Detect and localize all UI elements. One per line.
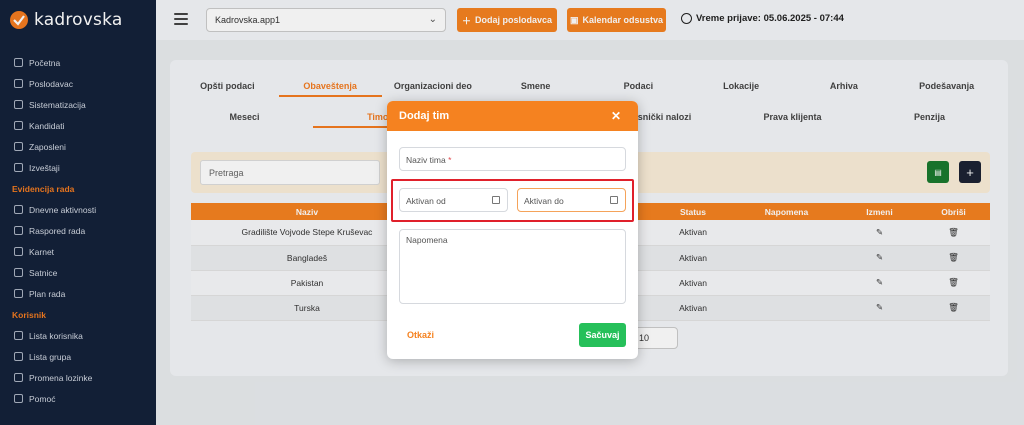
close-icon[interactable]: ✕	[611, 109, 621, 123]
active-from-placeholder: Aktivan od	[406, 196, 446, 206]
cancel-button[interactable]: Otkaži	[407, 330, 434, 340]
active-to-field[interactable]: Aktivan do	[517, 188, 626, 212]
add-team-modal: Dodaj tim ✕ Naziv tima * Aktivan od Akti…	[387, 101, 638, 359]
active-to-placeholder: Aktivan do	[524, 196, 564, 206]
calendar-icon[interactable]	[610, 196, 618, 204]
modal-header: Dodaj tim ✕	[387, 101, 638, 131]
team-name-field[interactable]: Naziv tima *	[399, 147, 626, 171]
team-name-placeholder: Naziv tima	[406, 155, 446, 165]
active-from-field[interactable]: Aktivan od	[399, 188, 508, 212]
required-mark: *	[448, 155, 452, 165]
calendar-icon[interactable]	[492, 196, 500, 204]
save-button[interactable]: Sačuvaj	[579, 323, 626, 347]
note-placeholder: Napomena	[406, 235, 448, 245]
modal-title: Dodaj tim	[399, 110, 450, 122]
note-textarea[interactable]: Napomena	[399, 229, 626, 304]
